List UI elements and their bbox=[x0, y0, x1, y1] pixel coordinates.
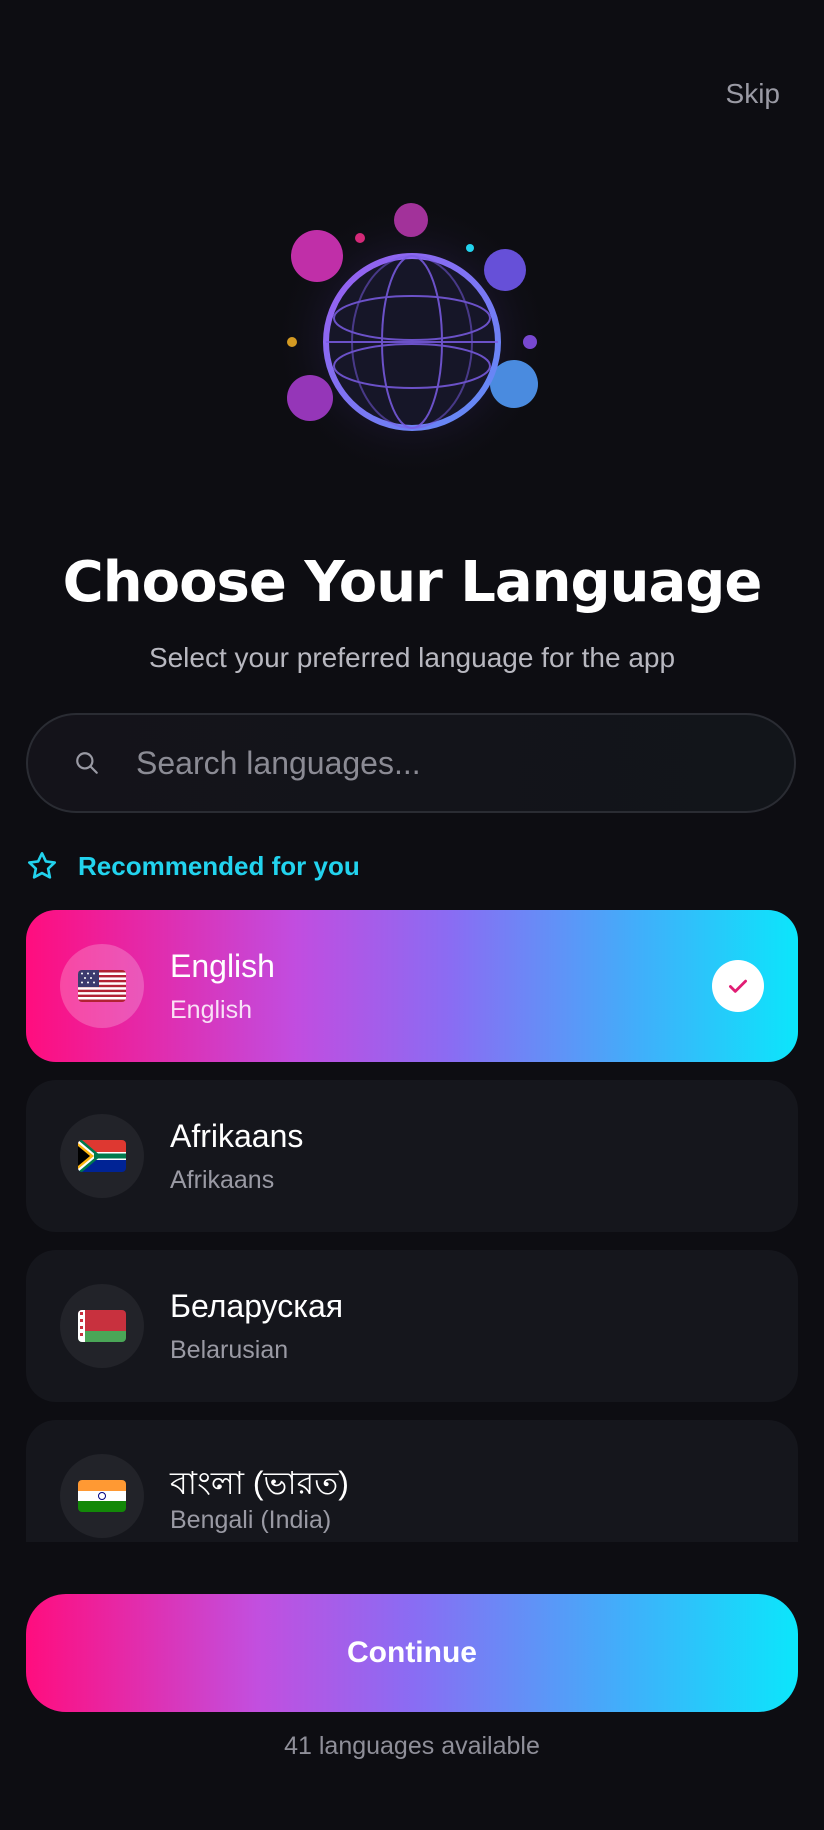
language-native-name: Belarusian bbox=[170, 1336, 289, 1364]
language-name: Беларуская bbox=[170, 1288, 344, 1324]
skip-button[interactable]: Skip bbox=[726, 78, 780, 110]
flag-us-icon bbox=[60, 944, 144, 1028]
language-item-afrikaans[interactable]: Afrikaans Afrikaans bbox=[26, 1080, 798, 1232]
language-native-name: English bbox=[170, 996, 252, 1024]
page-title: Choose Your Language bbox=[62, 550, 763, 615]
flag-in-icon bbox=[60, 1454, 144, 1538]
flag-za-icon bbox=[60, 1114, 144, 1198]
language-name: Afrikaans bbox=[170, 1118, 304, 1154]
language-name: English bbox=[170, 948, 275, 984]
globe-illustration bbox=[272, 200, 552, 480]
language-item-belarusian[interactable]: Беларуская Belarusian bbox=[26, 1250, 798, 1402]
continue-button[interactable]: Continue bbox=[26, 1594, 798, 1712]
language-list[interactable]: English English Afrikaans Afrikaans Бела… bbox=[26, 910, 798, 1542]
language-item-english[interactable]: English English bbox=[26, 910, 798, 1062]
recommended-header: Recommended for you bbox=[26, 850, 360, 882]
languages-count: 41 languages available bbox=[284, 1732, 540, 1760]
page-subtitle: Select your preferred language for the a… bbox=[148, 642, 676, 673]
language-native-name: Bengali (India) bbox=[170, 1506, 332, 1534]
flag-by-icon bbox=[60, 1284, 144, 1368]
language-item-bengali-india[interactable]: বাংলা (ভারত) Bengali (India) bbox=[26, 1420, 798, 1542]
star-icon bbox=[28, 852, 56, 879]
search-bar[interactable] bbox=[26, 713, 796, 813]
search-icon bbox=[76, 752, 98, 774]
recommended-label: Recommended for you bbox=[78, 850, 360, 881]
search-input[interactable] bbox=[134, 743, 794, 783]
language-native-name: Afrikaans bbox=[170, 1166, 275, 1194]
check-icon bbox=[712, 960, 764, 1012]
language-name: বাংলা (ভারত) bbox=[170, 1465, 349, 1501]
